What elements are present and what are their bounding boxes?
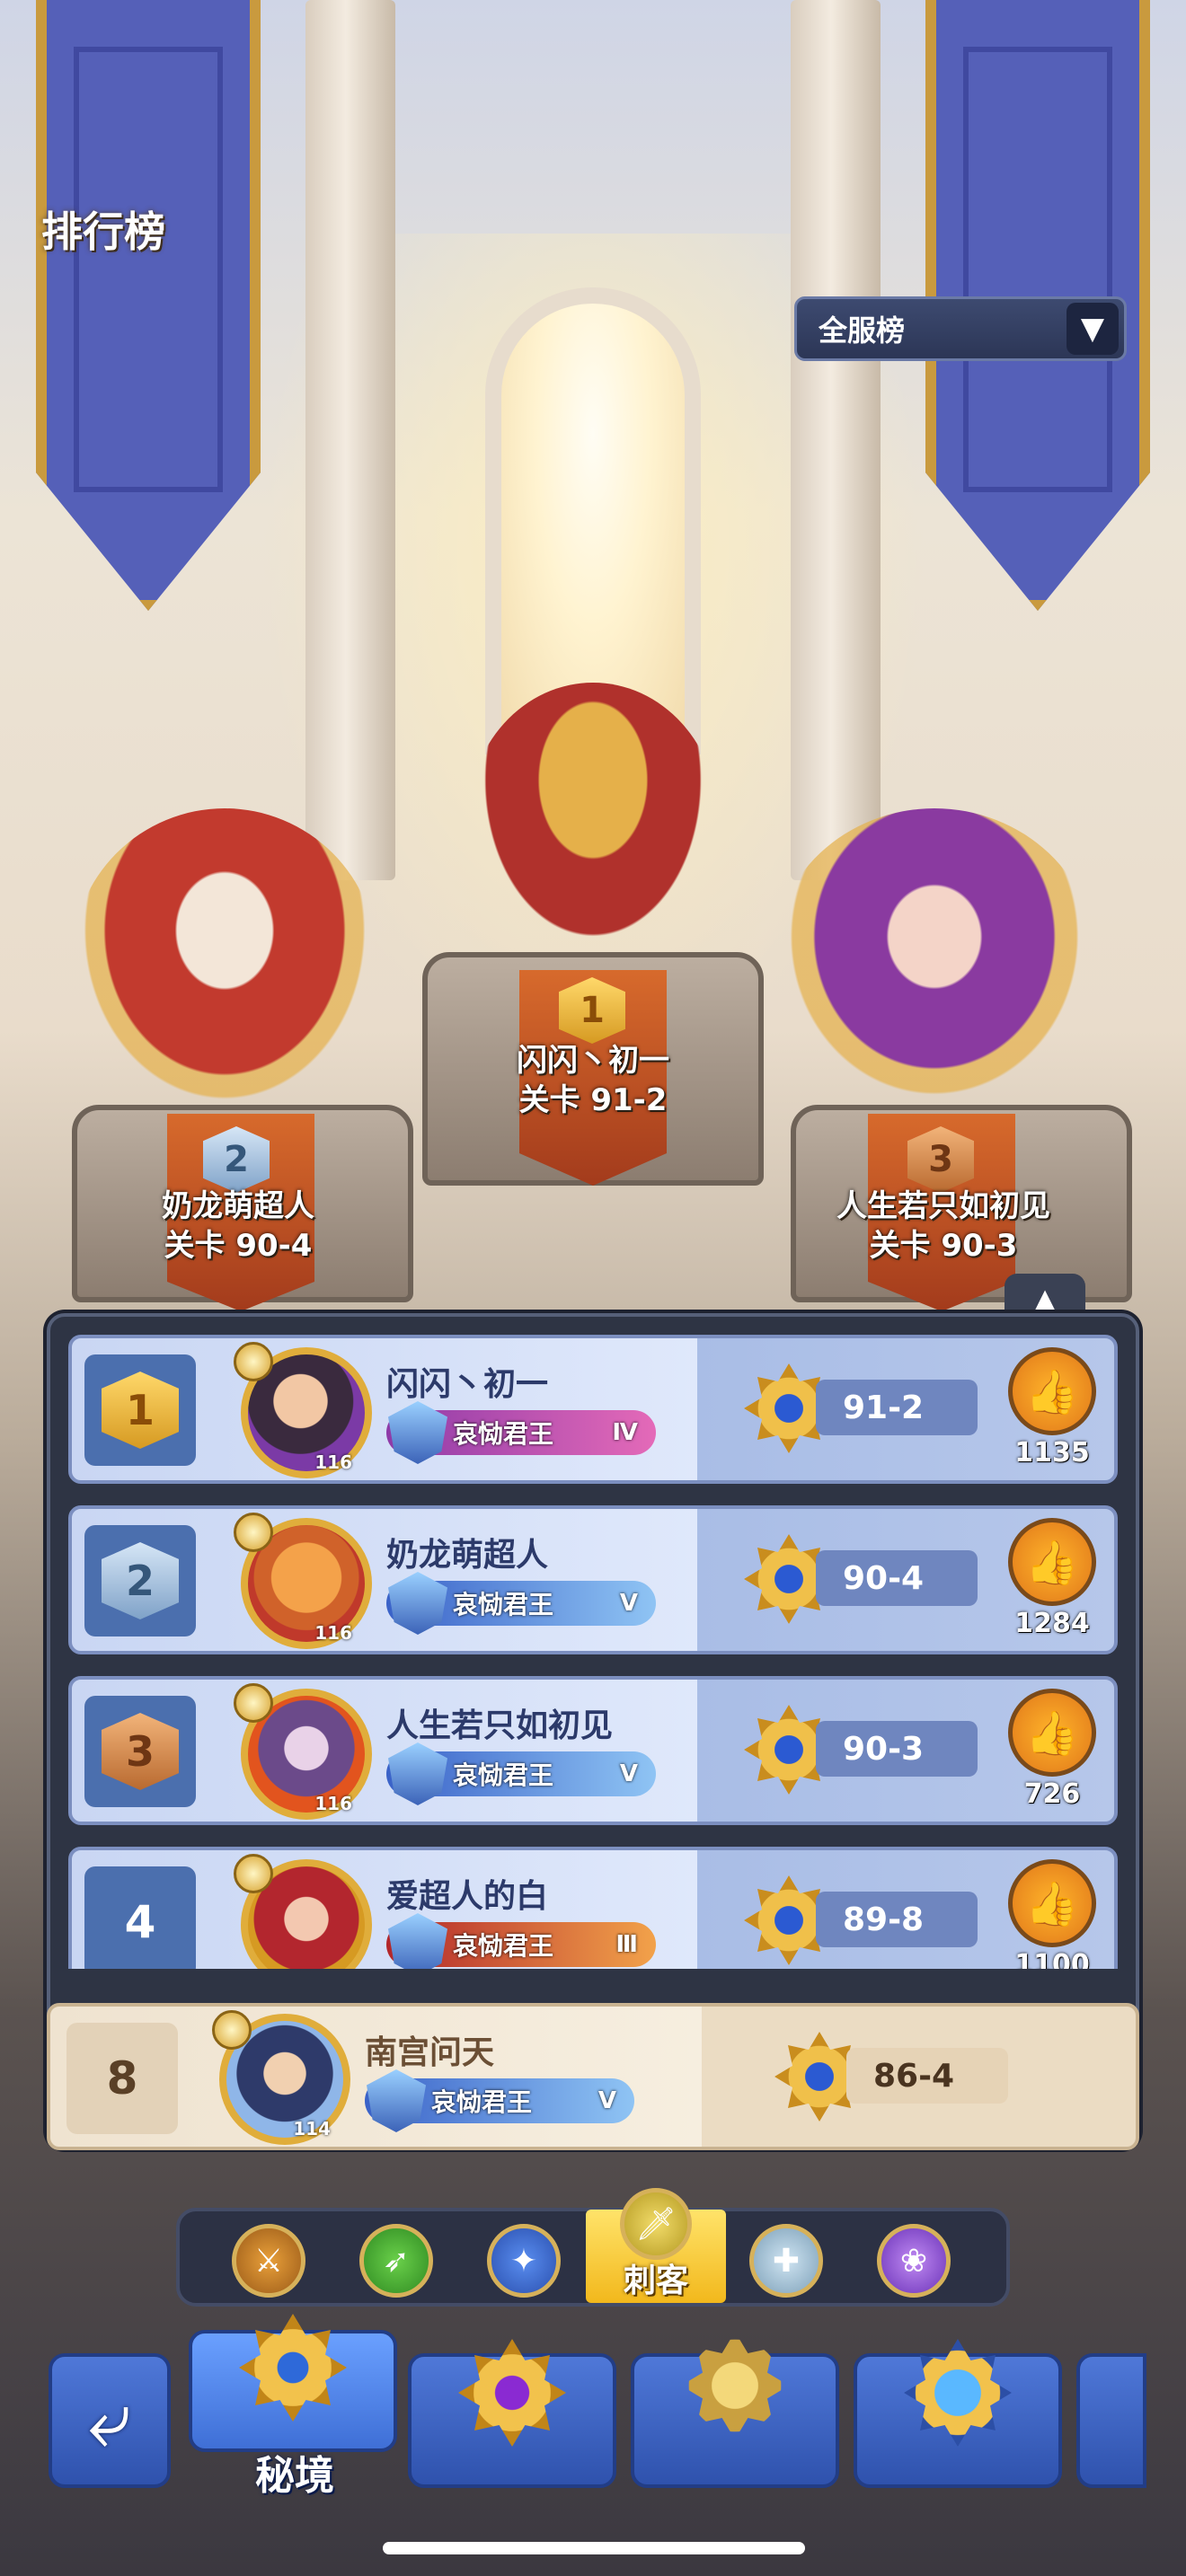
home-indicator	[383, 2542, 805, 2554]
thumbs-up-icon[interactable]: 👍	[1008, 1347, 1096, 1435]
purple-gem-icon	[458, 2339, 566, 2447]
my-title-tier: Ⅴ	[597, 2087, 616, 2114]
rank-badge: 1	[102, 1372, 179, 1449]
back-button[interactable]: ⤶	[49, 2353, 171, 2488]
title-emblem-icon	[388, 1572, 447, 1635]
crown-icon	[681, 2332, 789, 2439]
medal-icon	[234, 1513, 273, 1552]
medal-icon	[234, 1683, 273, 1723]
rank-cell: 3	[84, 1696, 196, 1807]
title-name: 哀恸君王	[453, 1590, 554, 1619]
ranking-row[interactable]: 2 116 奶龙萌超人 哀恸君王 Ⅴ 90-4 👍 1284	[68, 1505, 1118, 1654]
stage-value: 89-8	[816, 1892, 978, 1947]
stage-value: 90-4	[816, 1550, 978, 1606]
medal-icon	[212, 2010, 252, 2050]
assassin-class-icon[interactable]: 🗡	[620, 2188, 692, 2260]
archer-class-icon[interactable]: ➶	[359, 2224, 433, 2298]
title-plate: 哀恸君王 Ⅴ	[386, 1742, 656, 1805]
podium-second-stage: 关卡 90-4	[164, 1228, 313, 1264]
player-name: 闪闪丶初一	[386, 1366, 549, 1403]
title-tier: Ⅲ	[615, 1931, 638, 1958]
medal-icon	[234, 1342, 273, 1381]
title-emblem-icon	[388, 1742, 447, 1805]
player-level: 116	[314, 1451, 352, 1473]
like-count: 1284	[1014, 1608, 1090, 1639]
return-icon: ⤶	[87, 2375, 132, 2465]
ranking-list[interactable]: 1 116 闪闪丶初一 哀恸君王 Ⅳ 91-2 👍 1135 2 116 奶龙萌…	[68, 1335, 1118, 1969]
mage-class-icon[interactable]: ✦	[487, 2224, 561, 2298]
nav-tab-partial[interactable]	[1076, 2353, 1146, 2488]
summoner-class-icon[interactable]: ❀	[877, 2224, 951, 2298]
my-level: 114	[293, 2118, 331, 2139]
rank-number: 4	[124, 1896, 156, 1948]
hero-first[interactable]	[467, 683, 719, 961]
rank-badge: 3	[102, 1713, 179, 1790]
player-name: 爱超人的白	[386, 1878, 549, 1915]
like-count: 1100	[1014, 1949, 1090, 1969]
player-name: 奶龙萌超人	[386, 1537, 549, 1574]
secret-realm-icon	[239, 2314, 347, 2422]
my-player-name: 南宫问天	[365, 2034, 495, 2071]
ranking-row[interactable]: 4 爱超人的白 哀恸君王 Ⅲ 89-8 👍 1100	[68, 1847, 1118, 1969]
thumbs-up-icon[interactable]: 👍	[1008, 1859, 1096, 1947]
my-title-name: 哀恸君王	[431, 2087, 533, 2117]
warrior-class-icon[interactable]: ⚔	[232, 2224, 305, 2298]
podium-first-stage: 关卡 91-2	[518, 1082, 668, 1118]
podium-first-name: 闪闪丶初一	[517, 1043, 669, 1079]
page-title: 排行榜	[41, 207, 165, 256]
like-count: 1135	[1014, 1437, 1090, 1469]
title-name: 哀恸君王	[453, 1419, 554, 1449]
rank-cell: 2	[84, 1525, 196, 1636]
left-banner	[36, 0, 261, 611]
player-level: 116	[314, 1622, 352, 1644]
stage-value: 90-3	[816, 1721, 978, 1777]
title-emblem-icon	[388, 1913, 447, 1969]
title-plate: 哀恸君王 Ⅳ	[386, 1401, 656, 1464]
rank-badge: 2	[102, 1542, 179, 1619]
title-emblem-icon	[388, 1401, 447, 1464]
pillar	[791, 0, 881, 880]
stage-value: 91-2	[816, 1380, 978, 1435]
ranking-row[interactable]: 1 116 闪闪丶初一 哀恸君王 Ⅳ 91-2 👍 1135	[68, 1335, 1118, 1484]
my-rank-row[interactable]: 8 114 南宫问天 哀恸君王 Ⅴ 86-4	[47, 2003, 1139, 2150]
title-plate: 哀恸君王 Ⅲ	[386, 1913, 656, 1969]
title-name: 哀恸君王	[453, 1760, 554, 1790]
my-rank-number: 8	[106, 2052, 138, 2104]
podium-third-name: 人生若只如初见	[836, 1188, 1050, 1224]
rank-cell: 8	[66, 2023, 178, 2134]
title-name: 哀恸君王	[453, 1931, 554, 1961]
active-class-label: 刺客	[623, 2263, 688, 2299]
title-tier: Ⅴ	[619, 1590, 638, 1617]
my-stage-value: 86-4	[846, 2048, 1008, 2104]
podium-third-stage: 关卡 90-3	[869, 1228, 1018, 1264]
title-emblem-icon	[367, 2069, 426, 2132]
chevron-down-icon: ▼	[1067, 303, 1119, 355]
thumbs-up-icon[interactable]: 👍	[1008, 1689, 1096, 1777]
medal-icon	[234, 1854, 273, 1893]
nav-active-label: 秘境	[255, 2453, 334, 2499]
like-count: 726	[1023, 1778, 1081, 1810]
podium-second-name: 奶龙萌超人	[162, 1188, 314, 1224]
hero-third[interactable]	[773, 808, 1096, 1114]
blue-star-icon	[904, 2339, 1012, 2447]
pillar	[305, 0, 395, 880]
rank-cell: 1	[84, 1354, 196, 1466]
server-scope-label: 全服榜	[819, 313, 906, 348]
title-tier: Ⅳ	[612, 1419, 638, 1446]
ranking-row[interactable]: 3 116 人生若只如初见 哀恸君王 Ⅴ 90-3 👍 726	[68, 1676, 1118, 1825]
rank-cell: 4	[84, 1866, 196, 1969]
priest-class-icon[interactable]: ✚	[749, 2224, 823, 2298]
server-scope-dropdown[interactable]: 全服榜 ▼	[794, 296, 1127, 361]
title-plate: 哀恸君王 Ⅴ	[365, 2069, 634, 2132]
player-level: 116	[314, 1793, 352, 1814]
thumbs-up-icon[interactable]: 👍	[1008, 1518, 1096, 1606]
hero-second[interactable]	[72, 808, 377, 1114]
player-name: 人生若只如初见	[386, 1707, 614, 1744]
title-plate: 哀恸君王 Ⅴ	[386, 1572, 656, 1635]
title-tier: Ⅴ	[619, 1760, 638, 1787]
